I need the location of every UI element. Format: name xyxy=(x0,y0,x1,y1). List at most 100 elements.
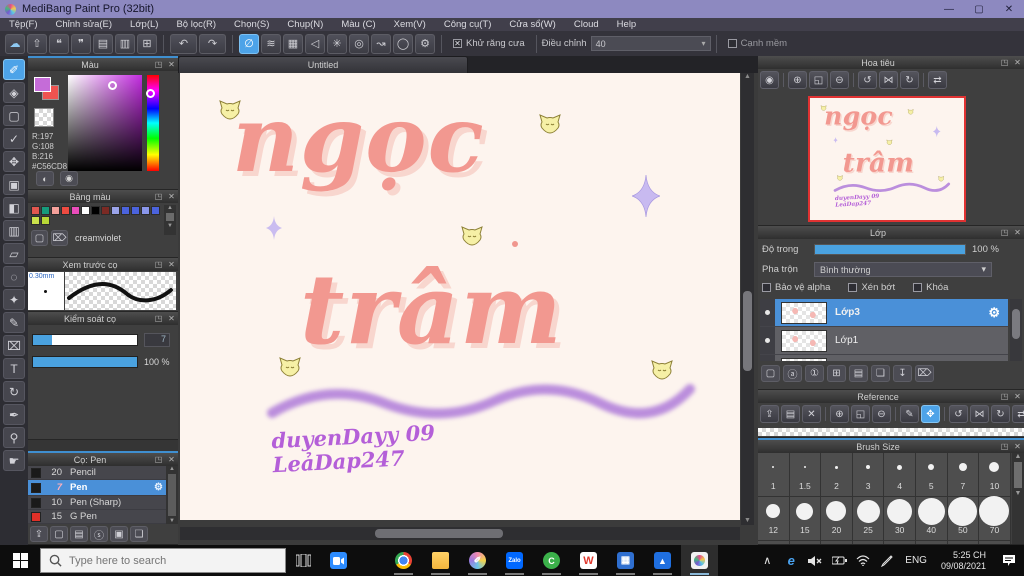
brush-row-gpen[interactable]: 15 G Pen xyxy=(28,510,166,524)
menu-layer[interactable]: Lớp(L) xyxy=(121,19,167,30)
lasso-select-tool[interactable]: ◌ xyxy=(3,266,25,287)
ref-import-button[interactable]: ⇪ xyxy=(760,405,779,423)
zoom-actual-button[interactable]: ◉ xyxy=(760,71,779,89)
close-icon[interactable]: ✕ xyxy=(165,260,178,269)
scroll-down-icon[interactable]: ▼ xyxy=(744,517,751,524)
brush-settings-gear-icon[interactable]: ⚙ xyxy=(154,482,163,493)
palette-swatch[interactable] xyxy=(110,205,120,215)
fill-shape-tool[interactable]: ▣ xyxy=(3,174,25,195)
clipping-checkbox[interactable] xyxy=(848,283,858,292)
brush-script-button[interactable]: ⓢ xyxy=(90,526,108,542)
brush-row-pen-sharp[interactable]: 10 Pen (Sharp) xyxy=(28,496,166,510)
palette-swatch[interactable] xyxy=(150,205,160,215)
flip-view-button[interactable]: ⇄ xyxy=(928,71,947,89)
brush-folder-button[interactable]: ▣ xyxy=(110,526,128,542)
add-8bit-layer-button[interactable]: ⓐ xyxy=(783,365,802,382)
ref-open-button[interactable]: ▤ xyxy=(781,405,800,423)
canvas-vertical-scrollbar[interactable]: ▲ ▼ xyxy=(741,73,754,525)
popup-icon[interactable]: ◳ xyxy=(152,192,165,201)
action-center-icon[interactable] xyxy=(994,545,1024,576)
tray-chevron-up[interactable]: ∧ xyxy=(755,545,779,576)
layer-row-lop3[interactable]: Lớp3 ⚙ xyxy=(760,299,1008,327)
select-pen-tool[interactable]: ✎ xyxy=(3,312,25,333)
brush-row-pen[interactable]: 7 Pen ⚙ xyxy=(28,480,166,496)
layer-row-lop1[interactable]: Lớp1 xyxy=(760,327,1008,355)
layer-opacity-slider[interactable] xyxy=(814,244,966,255)
palette-swatch[interactable] xyxy=(30,215,40,225)
search-input[interactable] xyxy=(69,554,259,567)
snap-radial-button[interactable]: ✳ xyxy=(327,33,347,54)
menu-tools[interactable]: Công cụ(T) xyxy=(435,19,501,30)
bucket-tool[interactable]: ◧ xyxy=(3,197,25,218)
ref-zoom-in-button[interactable]: ⊕ xyxy=(830,405,849,423)
start-button[interactable] xyxy=(0,545,40,576)
size-cell[interactable]: 25 xyxy=(852,497,885,541)
size-cell[interactable]: 5 xyxy=(915,453,948,497)
text-tool[interactable]: T xyxy=(3,358,25,379)
popup-icon[interactable]: ◳ xyxy=(998,228,1011,237)
brush-cloud-button[interactable]: ⇪ xyxy=(30,526,48,542)
close-icon[interactable]: ✕ xyxy=(1011,58,1024,67)
palette-swatch[interactable] xyxy=(130,205,140,215)
size-cell[interactable]: 3 xyxy=(852,453,885,497)
taskbar-app-zalo[interactable]: Zalo xyxy=(496,545,533,576)
adjust-dropdown[interactable]: 40 ▾ xyxy=(590,36,711,51)
ref-zoom-out-button[interactable]: ⊖ xyxy=(872,405,891,423)
reset-rotation-button[interactable]: ⋈ xyxy=(879,71,898,89)
move-tool[interactable]: ✥ xyxy=(3,151,25,172)
size-cell[interactable]: 2 xyxy=(821,453,853,497)
pen-input-icon[interactable] xyxy=(875,545,899,576)
close-icon[interactable]: ✕ xyxy=(1011,228,1024,237)
size-cell[interactable]: 12 xyxy=(758,497,790,541)
palette-swatch[interactable] xyxy=(70,205,80,215)
material-panel-button[interactable]: ⊞ xyxy=(137,33,157,54)
close-icon[interactable]: ✕ xyxy=(1011,392,1024,401)
add-special-layer-button[interactable]: ⊞ xyxy=(827,365,846,382)
palette-swatch[interactable] xyxy=(100,205,110,215)
taskbar-app-explorer[interactable] xyxy=(422,545,459,576)
palette-swatch[interactable] xyxy=(140,205,150,215)
canvas-surface[interactable]: ngọc trâm duyenDayy 09 LeảDap247 xyxy=(180,73,740,520)
navigator-thumbnail[interactable]: ngọc trâm duyenDayy 09 LeảDap247 xyxy=(808,96,966,222)
menu-capture[interactable]: Chụp(N) xyxy=(278,19,332,30)
menu-view[interactable]: Xem(V) xyxy=(385,19,435,30)
taskbar-app-coccoc[interactable]: C xyxy=(533,545,570,576)
brush-size-scrollbar[interactable]: ▲ ▼ xyxy=(1012,453,1024,544)
menu-filter[interactable]: Bộ lọc(R) xyxy=(167,19,225,30)
size-cell[interactable]: 10 xyxy=(979,453,1011,497)
sv-marker[interactable] xyxy=(108,81,117,90)
merge-layer-button[interactable]: ↧ xyxy=(893,365,912,382)
popup-icon[interactable]: ◳ xyxy=(998,58,1011,67)
fit-view-button[interactable]: ◱ xyxy=(809,71,828,89)
volume-muted-icon[interactable] xyxy=(803,545,827,576)
battery-icon[interactable] xyxy=(827,545,851,576)
shape-tool[interactable]: ▢ xyxy=(3,105,25,126)
snap-grid-button[interactable]: ▦ xyxy=(283,33,303,54)
add-brush-button[interactable]: ▢ xyxy=(50,526,68,542)
scroll-thumb[interactable] xyxy=(166,213,174,221)
taskbar-app-paint[interactable]: ✐ xyxy=(459,545,496,576)
size-cell[interactable]: 40 xyxy=(915,497,948,541)
pen-tool[interactable]: ✒ xyxy=(3,404,25,425)
settings-list-button[interactable]: ▥ xyxy=(115,33,135,54)
size-cell[interactable]: 1 xyxy=(758,453,790,497)
ref-reset-button[interactable]: ⋈ xyxy=(970,405,989,423)
brush-size-value[interactable]: 7 xyxy=(144,333,170,347)
close-button[interactable]: ✕ xyxy=(994,0,1024,18)
size-cell[interactable]: 15 xyxy=(789,497,822,541)
comment-button[interactable]: ❝ xyxy=(49,33,69,54)
menu-file[interactable]: Tệp(F) xyxy=(0,19,47,30)
layer-row-partial[interactable] xyxy=(760,355,1008,361)
foreground-color-swatch[interactable] xyxy=(34,77,51,92)
new-palette-color-button[interactable]: ▢ xyxy=(31,230,48,246)
popup-icon[interactable]: ◳ xyxy=(152,455,165,464)
scroll-down-icon[interactable]: ▼ xyxy=(169,518,175,524)
layer-settings-gear-icon[interactable]: ⚙ xyxy=(988,305,1000,321)
layer-visibility-toggle[interactable] xyxy=(760,327,775,354)
taskbar-search[interactable] xyxy=(40,548,286,573)
eyedropper-tool[interactable]: ⚲ xyxy=(3,427,25,448)
brush-list-scrollbar[interactable]: ▲ ▼ xyxy=(166,466,178,524)
brush-tool[interactable]: ✐ xyxy=(3,59,25,80)
rotate-right-button[interactable]: ↻ xyxy=(900,71,919,89)
popup-icon[interactable]: ◳ xyxy=(152,314,165,323)
